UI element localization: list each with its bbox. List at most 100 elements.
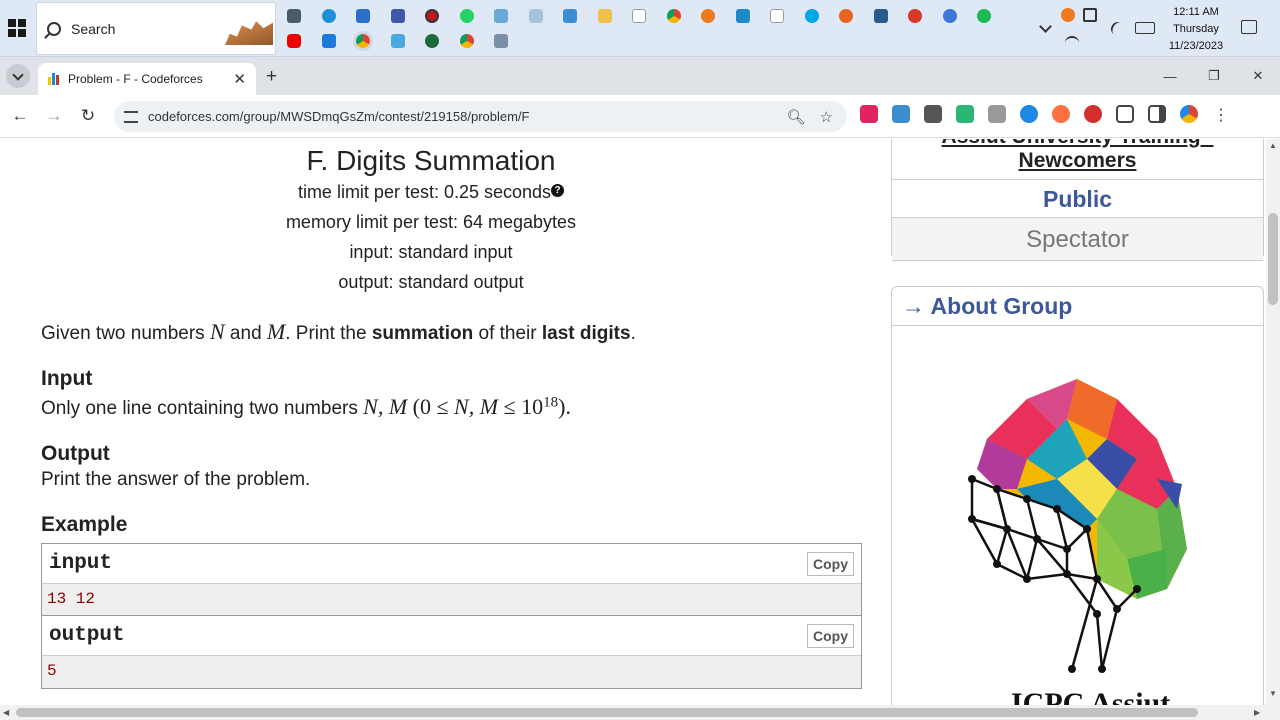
site-info-icon[interactable] — [124, 110, 138, 123]
settings-app-icon[interactable] — [908, 9, 922, 23]
vertical-scrollbar[interactable]: ▲ ▼ — [1266, 139, 1280, 705]
skype-icon[interactable] — [804, 9, 819, 23]
reload-icon[interactable]: ↻ — [76, 104, 100, 128]
chrome-active-icon[interactable] — [353, 31, 373, 51]
legend-part: . Print the — [285, 323, 372, 344]
new-tab-icon[interactable]: + — [266, 66, 277, 88]
memory-limit: memory limit per test: 64 megabytes — [285, 212, 577, 232]
horizontal-scrollbar[interactable]: ◀ ▶ — [0, 705, 1280, 720]
input-spec: Only one line containing two numbers N, … — [41, 394, 861, 420]
chrome-profile-icon[interactable] — [459, 34, 474, 48]
group-name-line1[interactable]: Assiut University Training - — [892, 139, 1263, 149]
input-spec-part: Only one line containing two numbers — [41, 398, 364, 419]
bookmark-star-icon[interactable]: ☆ — [820, 108, 833, 126]
clock-date: 11/23/2023 — [1168, 40, 1224, 52]
ubuntu-icon[interactable] — [701, 9, 715, 23]
legend-part: of their — [473, 323, 542, 344]
scroll-down-icon[interactable]: ▼ — [1269, 689, 1277, 698]
address-bar[interactable]: codeforces.com/group/MWSDmqGsZm/contest/… — [114, 101, 847, 132]
scroll-left-icon[interactable]: ◀ — [3, 708, 9, 717]
blank-document-icon[interactable] — [770, 9, 784, 23]
copy-output-button[interactable]: Copy — [807, 623, 854, 648]
extension-3-icon[interactable] — [924, 105, 942, 123]
sample-output-label: output — [49, 624, 125, 647]
legend-part: . — [630, 323, 636, 344]
sample-output[interactable]: 5 — [42, 656, 861, 688]
extension-1-icon[interactable] — [860, 105, 878, 123]
taskbar-search-label: Search — [71, 20, 116, 37]
document-icon[interactable] — [632, 9, 646, 23]
notification-icon[interactable] — [1241, 20, 1257, 34]
taskbar-search[interactable]: Search — [36, 2, 276, 55]
windows-start-icon[interactable] — [8, 19, 26, 37]
adblock-icon[interactable] — [1084, 105, 1102, 123]
pen-icon[interactable] — [1108, 19, 1128, 39]
whatsapp-icon[interactable] — [459, 9, 474, 23]
tab-close-icon[interactable]: ✕ — [233, 70, 246, 88]
tab-search-button[interactable] — [6, 64, 30, 88]
monitor-icon[interactable] — [563, 9, 577, 23]
keyboard-icon[interactable] — [1135, 22, 1155, 34]
group-name-line2[interactable]: Newcomers — [892, 149, 1263, 173]
input-file: input: standard input — [349, 242, 513, 262]
browser-tab[interactable]: Problem - F - Codeforces ✕ — [38, 63, 256, 95]
wifi-icon[interactable] — [1065, 36, 1079, 50]
file-explorer-icon[interactable] — [597, 9, 612, 23]
url-text[interactable]: codeforces.com/group/MWSDmqGsZm/contest/… — [148, 109, 787, 124]
volume-icon[interactable] — [1083, 8, 1097, 22]
tray-app-icon[interactable] — [1061, 8, 1075, 22]
clock[interactable]: 12:11 AM Thursday 11/23/2023 — [1159, 4, 1233, 55]
extension-7-icon[interactable] — [1052, 105, 1070, 123]
spotify-icon[interactable] — [977, 9, 991, 23]
restore-icon[interactable]: ❐ — [1192, 57, 1236, 95]
input-section-title: Input — [41, 367, 93, 390]
notes-icon[interactable] — [528, 9, 543, 23]
extension-6-icon[interactable] — [1020, 105, 1038, 123]
calculator-icon[interactable] — [287, 9, 301, 23]
paint-icon[interactable] — [942, 9, 957, 23]
snipping-icon[interactable] — [494, 34, 508, 48]
help-icon[interactable]: ? — [551, 184, 565, 197]
about-group-title[interactable]: → About Group — [892, 287, 1263, 326]
duckduckgo-icon[interactable] — [839, 9, 853, 23]
scroll-up-icon[interactable]: ▲ — [1269, 141, 1277, 150]
store-icon[interactable] — [390, 9, 405, 23]
horizontal-scroll-thumb[interactable] — [16, 708, 1198, 717]
sample-input-label: input — [49, 552, 113, 575]
vertical-scroll-thumb[interactable] — [1268, 213, 1278, 305]
problem-title: F. Digits Summation — [306, 145, 556, 176]
vscode-icon[interactable] — [321, 34, 336, 48]
screenshot-icon[interactable] — [988, 105, 1006, 123]
back-icon[interactable]: ← — [8, 104, 32, 128]
edge-icon[interactable] — [321, 9, 336, 23]
search-icon — [47, 21, 61, 36]
forward-icon[interactable]: → — [42, 104, 66, 128]
close-window-icon[interactable]: ✕ — [1236, 57, 1280, 95]
extension-2-icon[interactable] — [892, 105, 910, 123]
group-logo — [967, 379, 1192, 689]
terminal-icon[interactable] — [390, 34, 405, 48]
upwork-icon[interactable] — [425, 34, 439, 48]
mail-icon[interactable] — [356, 9, 370, 23]
record-icon[interactable] — [425, 9, 439, 23]
tab-title: Problem - F - Codeforces — [68, 72, 203, 86]
control-panel-icon[interactable] — [494, 9, 508, 23]
browser-menu-icon[interactable]: ⋮ — [1212, 105, 1230, 124]
problem-limits: time limit per test: 0.25 seconds? memor… — [21, 177, 841, 297]
minimize-icon[interactable]: — — [1148, 57, 1192, 95]
sample-input[interactable]: 13 12 — [42, 584, 861, 616]
extension-4-icon[interactable] — [956, 105, 974, 123]
sample-test: input Copy 13 12 output Copy 5 — [41, 543, 862, 689]
profile-avatar-icon[interactable] — [1180, 105, 1198, 123]
show-hidden-icons-icon[interactable] — [1039, 20, 1052, 33]
youtube-icon[interactable] — [287, 34, 301, 48]
side-panel-icon[interactable] — [1148, 105, 1166, 123]
zoom-icon[interactable]: 🔍︎ — [787, 108, 806, 126]
photos-icon[interactable] — [873, 9, 888, 23]
copy-input-button[interactable]: Copy — [807, 551, 854, 576]
windows-taskbar: Search 12:11 AM Thursday 11/23/2023 — [0, 0, 1280, 57]
chrome-icon[interactable] — [666, 9, 681, 23]
extensions-puzzle-icon[interactable] — [1116, 105, 1134, 123]
scroll-right-icon[interactable]: ▶ — [1254, 708, 1260, 717]
app-icon[interactable] — [735, 9, 750, 23]
